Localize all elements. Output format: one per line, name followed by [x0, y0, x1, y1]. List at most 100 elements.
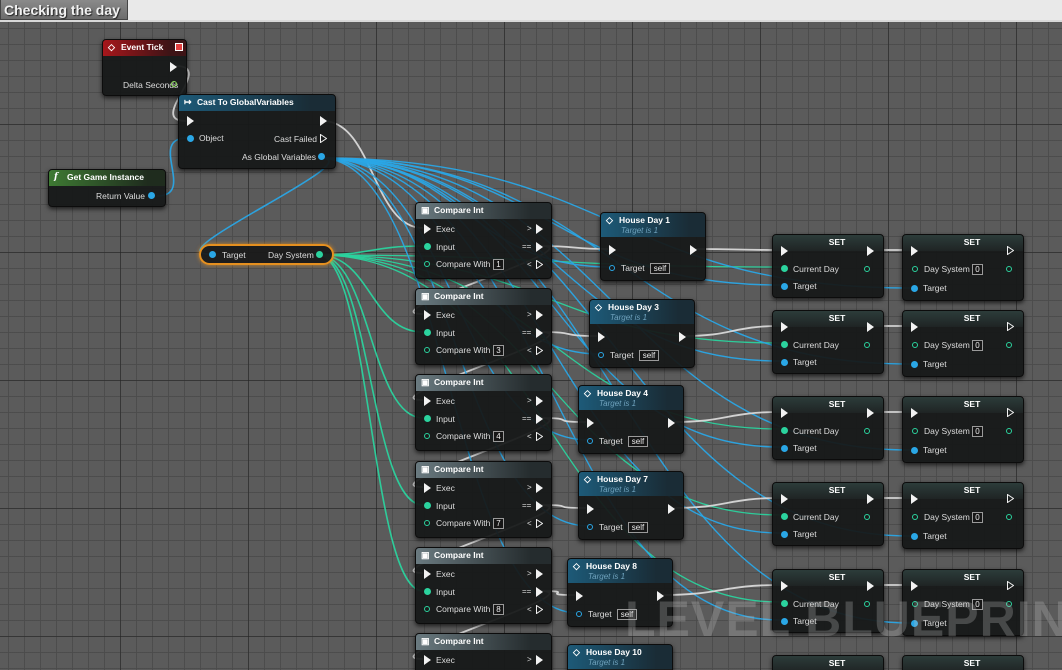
equal-exec-pin[interactable]	[536, 587, 543, 597]
current-day-out-pin[interactable]	[864, 428, 870, 434]
set-day-system-node[interactable]: SET Day System 0 Target	[902, 234, 1024, 301]
current-day-pin[interactable]	[781, 513, 788, 520]
less-exec-pin[interactable]	[536, 260, 543, 269]
object-pin[interactable]	[187, 135, 194, 142]
target-pin[interactable]	[209, 251, 216, 258]
day-system-value-field[interactable]: 0	[972, 340, 983, 351]
exec-in-pin[interactable]	[911, 494, 918, 504]
target-pin[interactable]	[781, 283, 788, 290]
equal-exec-pin[interactable]	[536, 414, 543, 424]
compare-value-field[interactable]: 3	[493, 345, 504, 356]
exec-out-pin[interactable]	[867, 246, 874, 256]
current-day-out-pin[interactable]	[864, 266, 870, 272]
less-exec-pin[interactable]	[536, 605, 543, 614]
compare-int-node[interactable]: ▣ Compare Int Exec > Input == Compare With 4 <	[415, 374, 552, 451]
exec-in-pin[interactable]	[424, 569, 431, 579]
get-game-instance-node[interactable]: f Get Game Instance Return Value	[48, 169, 166, 207]
exec-in-pin[interactable]	[781, 494, 788, 504]
equal-exec-pin[interactable]	[536, 242, 543, 252]
input-pin[interactable]	[424, 415, 431, 422]
compare-value-field[interactable]: 4	[493, 431, 504, 442]
house-day-node[interactable]: ◇ House Day 3 Target is 1 Target self	[589, 299, 695, 368]
blueprint-graph-canvas[interactable]: Checking the day ◇ Event Tick Delta Secon…	[0, 0, 1062, 670]
exec-out-pin[interactable]	[867, 494, 874, 504]
compare-value-field[interactable]: 1	[493, 259, 504, 270]
greater-exec-pin[interactable]	[536, 396, 543, 406]
set-current-day-node[interactable]: SET Current Day Target	[772, 234, 884, 298]
target-pin[interactable]	[911, 285, 918, 292]
exec-in-pin[interactable]	[187, 116, 194, 126]
day-system-out-pin[interactable]	[1006, 342, 1012, 348]
target-pin[interactable]	[781, 445, 788, 452]
compare-with-pin[interactable]	[424, 606, 430, 612]
house-day-node[interactable]: ◇ House Day 1 Target is 1 Target self	[600, 212, 706, 281]
target-pin[interactable]	[911, 447, 918, 454]
equal-exec-pin[interactable]	[536, 328, 543, 338]
exec-out-pin[interactable]	[320, 116, 327, 126]
exec-in-pin[interactable]	[424, 396, 431, 406]
compare-int-node[interactable]: ▣ Compare Int Exec > Input == Compare With 8 <	[415, 547, 552, 624]
current-day-pin[interactable]	[781, 265, 788, 272]
day-system-pin[interactable]	[912, 514, 918, 520]
cast-failed-pin[interactable]	[320, 134, 327, 143]
exec-in-pin[interactable]	[424, 310, 431, 320]
return-value-pin[interactable]	[148, 192, 155, 199]
target-self-field[interactable]: self	[628, 436, 648, 447]
target-pin[interactable]	[609, 265, 615, 271]
input-pin[interactable]	[424, 588, 431, 595]
exec-in-pin[interactable]	[424, 483, 431, 493]
target-pin[interactable]	[781, 531, 788, 538]
exec-in-pin[interactable]	[781, 322, 788, 332]
exec-out-pin[interactable]	[1007, 581, 1014, 590]
house-day-node[interactable]: ◇ House Day 4 Target is 1 Target self	[578, 385, 684, 454]
exec-out-pin[interactable]	[1007, 408, 1014, 417]
set-current-day-node[interactable]: SET Current Day Target	[772, 310, 884, 374]
exec-in-pin[interactable]	[587, 418, 594, 428]
cast-to-globalvariables-node[interactable]: ↦ Cast To GlobalVariables Object Cast Fai…	[178, 94, 336, 169]
exec-in-pin[interactable]	[911, 246, 918, 256]
set-day-system-node[interactable]: SET Day System 0 Target	[902, 310, 1024, 377]
greater-exec-pin[interactable]	[536, 310, 543, 320]
day-system-out-pin[interactable]	[1006, 428, 1012, 434]
day-system-value-field[interactable]: 0	[972, 426, 983, 437]
exec-in-pin[interactable]	[424, 655, 431, 665]
compare-with-pin[interactable]	[424, 261, 430, 267]
exec-in-pin[interactable]	[424, 224, 431, 234]
compare-value-field[interactable]: 8	[493, 604, 504, 615]
set-current-day-node[interactable]: SET	[772, 655, 884, 670]
exec-in-pin[interactable]	[609, 245, 616, 255]
exec-out-pin[interactable]	[867, 408, 874, 418]
delta-seconds-pin[interactable]	[171, 81, 177, 87]
target-pin[interactable]	[587, 524, 593, 530]
set-day-system-node[interactable]: SET	[902, 655, 1024, 670]
target-pin[interactable]	[781, 359, 788, 366]
greater-exec-pin[interactable]	[536, 483, 543, 493]
day-system-variable-get[interactable]: Target Day System	[199, 244, 334, 265]
exec-out-pin[interactable]	[690, 245, 697, 255]
compare-int-node[interactable]: ▣ Compare Int Exec >	[415, 633, 552, 670]
less-exec-pin[interactable]	[536, 519, 543, 528]
set-day-system-node[interactable]: SET Day System 0 Target	[902, 396, 1024, 463]
day-system-value-field[interactable]: 0	[972, 512, 983, 523]
exec-out-pin[interactable]	[1007, 246, 1014, 255]
compare-int-node[interactable]: ▣ Compare Int Exec > Input == Compare With 7 <	[415, 461, 552, 538]
day-system-pin[interactable]	[912, 428, 918, 434]
current-day-pin[interactable]	[781, 427, 788, 434]
as-global-variables-pin[interactable]	[318, 153, 325, 160]
exec-in-pin[interactable]	[911, 322, 918, 332]
day-system-pin[interactable]	[912, 342, 918, 348]
exec-out-pin[interactable]	[170, 62, 177, 72]
current-day-out-pin[interactable]	[864, 342, 870, 348]
compare-with-pin[interactable]	[424, 347, 430, 353]
current-day-out-pin[interactable]	[864, 514, 870, 520]
equal-exec-pin[interactable]	[536, 501, 543, 511]
greater-exec-pin[interactable]	[536, 655, 543, 665]
less-exec-pin[interactable]	[536, 432, 543, 441]
exec-in-pin[interactable]	[576, 591, 583, 601]
day-system-value-field[interactable]: 0	[972, 264, 983, 275]
target-self-field[interactable]: self	[639, 350, 659, 361]
exec-in-pin[interactable]	[781, 408, 788, 418]
target-pin[interactable]	[587, 438, 593, 444]
compare-with-pin[interactable]	[424, 520, 430, 526]
day-system-out-pin[interactable]	[1006, 514, 1012, 520]
